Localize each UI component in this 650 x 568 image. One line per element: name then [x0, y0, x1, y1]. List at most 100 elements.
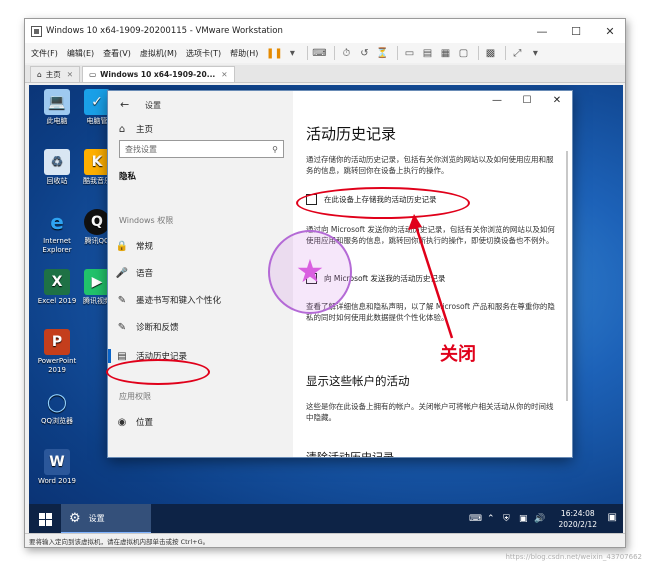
minimize-button[interactable]: —: [525, 19, 559, 43]
full-screen-icon[interactable]: ▭: [402, 46, 416, 60]
watermark-url: https://blog.csdn.net/weixin_43707662: [505, 553, 642, 561]
minimize-button[interactable]: —: [483, 91, 511, 109]
lock-icon: 🔒: [115, 240, 129, 252]
sidebar-item-diagnostics[interactable]: ✎ 诊断和反馈: [108, 316, 293, 338]
sidebar-item-inking-typing[interactable]: ✎ 墨迹书写和键入个性化: [108, 289, 293, 311]
section-accounts-desc: 这些是你在此设备上拥有的帐户。关闭帐户可将帐户相关活动从你的时间线中隐藏。: [306, 402, 554, 422]
nav-category-privacy: 隐私: [119, 172, 137, 182]
toolbar-separator: [307, 46, 309, 60]
status-bar: 要将输入定向到该虚拟机，请在虚拟机内部单击或按 Ctrl+G。: [25, 533, 625, 547]
send-keys-icon[interactable]: ⌨: [312, 46, 326, 60]
title-bar: Windows 10 x64-1909-20200115 - VMware Wo…: [25, 19, 625, 43]
vm-icon: ▭: [89, 70, 97, 79]
content-scrollbar[interactable]: [566, 151, 568, 401]
recycle-bin-icon: ♻: [44, 149, 70, 175]
maximize-button[interactable]: ☐: [559, 19, 593, 43]
back-arrow-icon[interactable]: ←: [120, 98, 129, 111]
sidebar-item-general[interactable]: 🔒 常规: [108, 235, 293, 257]
annotation-arrow: [408, 214, 454, 339]
toolbar-separator: [397, 46, 399, 60]
fit-icon[interactable]: ⤢: [510, 46, 524, 60]
sidebar-item-location[interactable]: ◉ 位置: [108, 411, 293, 433]
tab-home[interactable]: ⌂ 主页 ✕: [30, 66, 81, 82]
menu-vm[interactable]: 虚拟机(M): [140, 48, 177, 59]
notification-icon[interactable]: ▣: [608, 512, 617, 523]
menu-edit[interactable]: 编辑(E): [67, 48, 94, 59]
window-title: Windows 10 x64-1909-20200115 - VMware Wo…: [46, 26, 283, 36]
computer-icon: 💻: [44, 89, 70, 115]
word-icon: W: [44, 449, 70, 475]
close-button[interactable]: ✕: [543, 91, 571, 109]
menu-help[interactable]: 帮助(H): [230, 48, 258, 59]
snapshot-manager-icon[interactable]: ⏳: [375, 46, 389, 60]
close-tab-icon[interactable]: ✕: [221, 70, 227, 79]
network-icon[interactable]: ▣: [519, 504, 528, 534]
home-icon: ⌂: [118, 123, 126, 135]
search-icon[interactable]: ⚲: [272, 145, 278, 154]
nav-home[interactable]: ⌂ 主页: [108, 118, 293, 140]
menu-tabs[interactable]: 选项卡(T): [186, 48, 221, 59]
desktop-icon-powerpoint[interactable]: P PowerPoint 2019: [29, 329, 85, 375]
tray-up-arrow-icon[interactable]: ⌃: [487, 504, 495, 534]
keyboard-icon[interactable]: ⌨: [469, 504, 482, 534]
start-button[interactable]: [29, 504, 61, 534]
vmware-icon: [31, 25, 42, 37]
desktop-icon-qq-browser[interactable]: ◯ QQ浏览器: [29, 389, 85, 426]
qq-browser-icon: ◯: [46, 391, 68, 413]
windows-logo-icon: [38, 512, 52, 526]
console-icon[interactable]: ▩: [483, 46, 497, 60]
pause-icon[interactable]: ❚❚: [266, 46, 283, 60]
section-clear-title: 清除活动历史记录: [306, 449, 394, 457]
dropdown-arrow-icon[interactable]: ▾: [528, 46, 542, 60]
home-icon: ⌂: [37, 70, 42, 79]
page-title: 活动历史记录: [306, 125, 397, 143]
sidebar-item-speech[interactable]: 🎤 语音: [108, 262, 293, 284]
snapshot-icon[interactable]: ⏱: [339, 46, 353, 60]
location-icon: ◉: [117, 416, 127, 428]
diagnostics-icon: ✎: [117, 321, 127, 333]
menu-view[interactable]: 查看(V): [103, 48, 131, 59]
arrow-head: [408, 214, 422, 230]
section-accounts-title: 显示这些帐户的活动: [306, 374, 410, 388]
dropdown-arrow-icon[interactable]: ▾: [285, 46, 299, 60]
menu-bar: 文件(F) 编辑(E) 查看(V) 虚拟机(M) 选项卡(T) 帮助(H) ❚❚…: [25, 43, 625, 63]
toolbar-separator: [334, 46, 336, 60]
close-tab-icon[interactable]: ✕: [67, 70, 73, 79]
nav-group-windows-permissions: Windows 权限: [119, 216, 174, 225]
stretch-icon[interactable]: ▢: [456, 46, 470, 60]
microphone-icon: 🎤: [115, 267, 129, 279]
qq-icon: Q: [84, 209, 110, 235]
volume-icon[interactable]: 🔊: [534, 504, 545, 534]
toolbar-separator: [478, 46, 480, 60]
settings-search-input[interactable]: 查找设置 ⚲: [119, 140, 284, 158]
settings-nav: ← 设置 ⌂ 主页 查找设置 ⚲ 隐私 Windows 权限 🔒 常规 🎤 语音…: [108, 91, 293, 457]
shield-app-icon: ✓: [84, 89, 110, 115]
video-app-icon: ▶: [84, 269, 110, 295]
menu-file[interactable]: 文件(F): [31, 48, 58, 59]
ie-icon: e: [50, 209, 64, 234]
maximize-button[interactable]: ☐: [513, 91, 541, 109]
settings-app-title: 设置: [145, 101, 161, 110]
tab-vm[interactable]: ▭ Windows 10 x64-1909-20... ✕: [82, 66, 235, 82]
watermark-stamp: ★: [268, 230, 352, 314]
toolbar-separator: [505, 46, 507, 60]
highlight-nav-ellipse: [106, 359, 210, 385]
nav-group-app-permissions: 应用权限: [119, 392, 151, 401]
excel-icon: X: [44, 269, 70, 295]
shield-icon[interactable]: ⛨: [503, 504, 510, 534]
pen-icon: ✎: [117, 294, 127, 306]
taskbar: ⚙ 设置 ⌨ ⌃ ⛨ ▣ 🔊 16:24:08 2020/2/12 ▣: [29, 504, 623, 534]
star-icon: ★: [295, 252, 325, 290]
annotation-label: 关闭: [440, 344, 476, 365]
taskbar-app-settings[interactable]: ⚙ 设置: [61, 504, 151, 534]
arrow-shaft: [412, 219, 454, 339]
unity-icon[interactable]: ▤: [420, 46, 434, 60]
revert-icon[interactable]: ↺: [357, 46, 371, 60]
taskbar-clock[interactable]: 16:24:08 2020/2/12: [559, 508, 597, 530]
tab-bar: ⌂ 主页 ✕ ▭ Windows 10 x64-1909-20... ✕: [25, 65, 625, 83]
powerpoint-icon: P: [44, 329, 70, 355]
desktop-icon-word[interactable]: W Word 2019: [29, 449, 85, 486]
close-button[interactable]: ✕: [593, 19, 625, 43]
music-app-icon: K: [84, 149, 110, 175]
view-icon[interactable]: ▦: [438, 46, 452, 60]
